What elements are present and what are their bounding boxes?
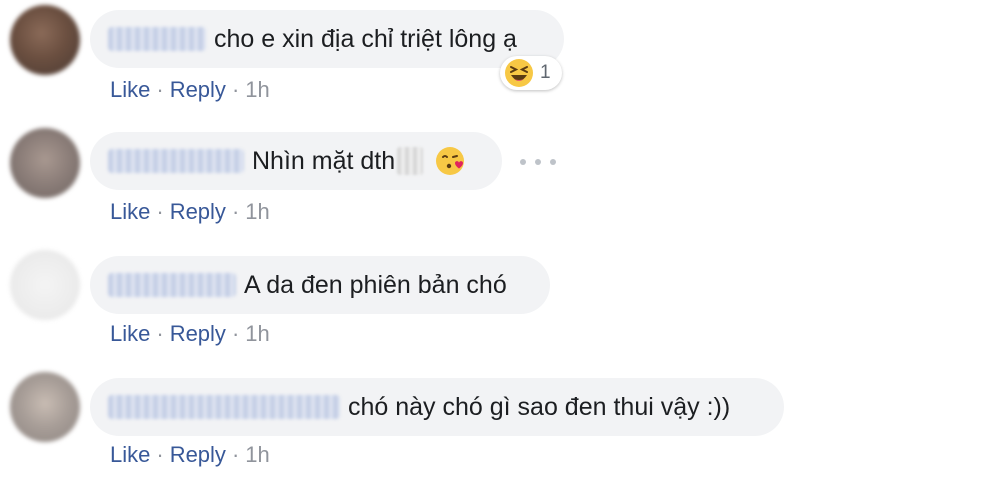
commenter-name-redacted[interactable] [108, 27, 206, 51]
like-link[interactable]: Like [110, 199, 150, 224]
avatar[interactable] [10, 372, 80, 442]
like-link[interactable]: Like [110, 77, 150, 102]
avatar[interactable] [10, 250, 80, 320]
comment-item: Nhìn mặt dth Like · Reply · 1h [0, 122, 982, 244]
comment-bubble: cho e xin địa chỉ triệt lông ạ [90, 10, 564, 68]
commenter-name-redacted[interactable] [108, 149, 244, 173]
haha-icon [505, 59, 533, 87]
comment-text: cho e xin địa chỉ triệt lông ạ [214, 24, 517, 53]
timestamp[interactable]: 1h [245, 321, 269, 346]
separator-dot: · [156, 77, 164, 102]
separator-dot: · [231, 77, 240, 102]
comment-item: cho e xin địa chỉ triệt lông ạ 1 Like · Re… [0, 0, 982, 122]
commenter-name-redacted[interactable] [108, 395, 340, 419]
comment-bubble: Nhìn mặt dth [90, 132, 502, 190]
comment-text: chó này chó gì sao đen thui vậy :)) [348, 392, 731, 421]
like-link[interactable]: Like [110, 321, 150, 346]
comment-text: A da đen phiên bản chó [244, 270, 507, 299]
comment-bubble: chó này chó gì sao đen thui vậy :)) [90, 378, 784, 436]
reaction-count[interactable]: 1 [500, 56, 562, 90]
comment-actions: Like · Reply · 1h [110, 77, 270, 103]
comment-bubble: A da đen phiên bản chó [90, 256, 550, 314]
timestamp[interactable]: 1h [245, 442, 269, 467]
separator-dot: · [156, 321, 164, 346]
separator-dot: · [231, 442, 240, 467]
avatar[interactable] [10, 5, 80, 75]
comment-item: chó này chó gì sao đen thui vậy :)) Like… [0, 366, 982, 488]
timestamp[interactable]: 1h [245, 77, 269, 102]
avatar[interactable] [10, 128, 80, 198]
more-options-icon[interactable] [520, 152, 556, 172]
comment-actions: Like · Reply · 1h [110, 321, 270, 347]
comment-actions: Like · Reply · 1h [110, 442, 270, 468]
separator-dot: · [156, 199, 164, 224]
timestamp[interactable]: 1h [245, 199, 269, 224]
comment-text: Nhìn mặt dth [252, 146, 396, 175]
reaction-count-label: 1 [540, 62, 551, 83]
comment-actions: Like · Reply · 1h [110, 199, 270, 225]
reply-link[interactable]: Reply [170, 442, 226, 467]
separator-dot: · [231, 321, 240, 346]
commenter-name-redacted[interactable] [108, 273, 236, 297]
kissing-heart-emoji [435, 146, 465, 176]
separator-dot: · [156, 442, 164, 467]
reply-link[interactable]: Reply [170, 77, 226, 102]
reply-link[interactable]: Reply [170, 199, 226, 224]
like-link[interactable]: Like [110, 442, 150, 467]
comment-item: A da đen phiên bản chó Like · Reply · 1h [0, 244, 982, 366]
redacted-text [397, 147, 424, 175]
reply-link[interactable]: Reply [170, 321, 226, 346]
separator-dot: · [231, 199, 240, 224]
